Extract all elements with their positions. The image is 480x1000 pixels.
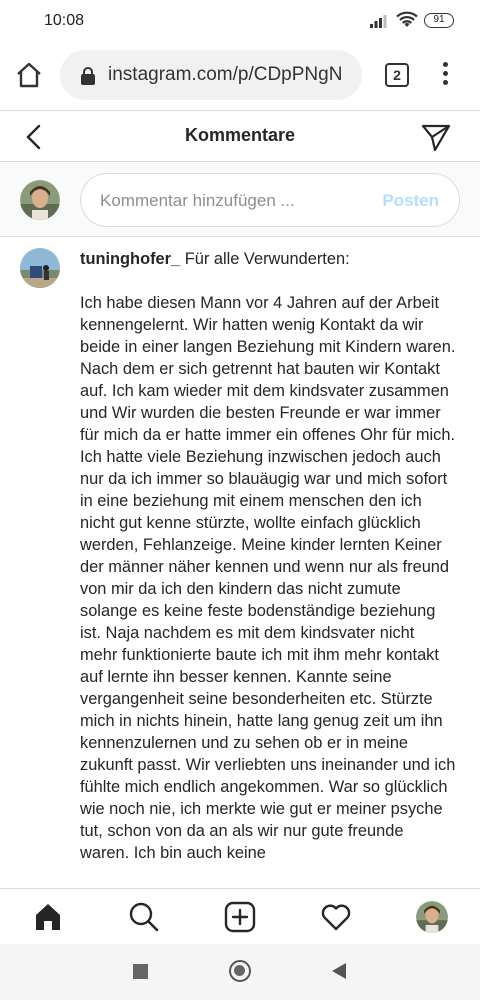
heart-icon[interactable] [320, 901, 352, 933]
wifi-icon [396, 11, 418, 27]
browser-toolbar: instagram.com/p/CDpPNgN 2 [0, 40, 480, 110]
recent-apps-icon[interactable] [133, 964, 148, 979]
content-fade [0, 878, 480, 888]
status-time: 10:08 [44, 12, 85, 29]
comment-first-line: Für alle Verwunderten: [184, 250, 350, 268]
comment-input-placeholder: Kommentar hinzufügen ... [100, 191, 295, 210]
signal-icon [370, 15, 387, 28]
comment-input-row: Kommentar hinzufügen ... Posten [0, 163, 480, 237]
system-home-icon[interactable] [229, 960, 251, 982]
plus-square-icon[interactable] [224, 901, 256, 933]
avatar[interactable] [20, 248, 60, 288]
system-back-icon[interactable] [330, 962, 348, 980]
battery-indicator: 91 [424, 13, 454, 28]
comment-username[interactable]: tuninghofer_ [80, 250, 180, 268]
search-icon[interactable] [128, 901, 160, 933]
comment-item: tuninghofer_ Für alle Verwunderten: Ich … [0, 238, 480, 888]
url-text: instagram.com/p/CDpPNgN [108, 64, 343, 85]
bottom-navigation [0, 888, 480, 944]
comment-body: tuninghofer_ Für alle Verwunderten: Ich … [80, 248, 456, 864]
paper-plane-icon[interactable] [420, 121, 452, 153]
address-bar[interactable]: instagram.com/p/CDpPNgN [60, 50, 362, 100]
avatar [20, 180, 60, 220]
lock-icon [81, 67, 95, 85]
profile-avatar[interactable] [416, 901, 448, 933]
post-button[interactable]: Posten [382, 191, 439, 211]
comment-input[interactable]: Kommentar hinzufügen ... Posten [80, 173, 460, 227]
comments-header: Kommentare [0, 110, 480, 162]
system-navigation-bar [0, 944, 480, 1000]
status-bar: 10:08 91 [0, 0, 480, 40]
tab-switcher-button[interactable]: 2 [385, 63, 409, 87]
more-options-icon[interactable] [440, 62, 450, 88]
home-filled-icon[interactable] [32, 901, 64, 933]
page-title: Kommentare [184, 125, 296, 145]
comment-text: Ich habe diesen Mann vor 4 Jahren auf de… [80, 294, 456, 862]
home-outline-icon[interactable] [14, 60, 44, 90]
